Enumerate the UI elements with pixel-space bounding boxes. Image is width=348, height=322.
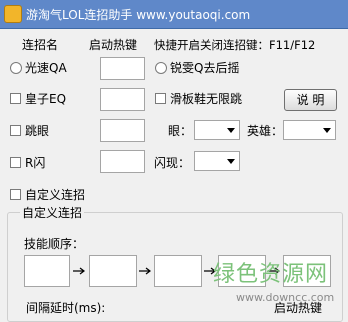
huangzi-label: 皇子EQ xyxy=(25,92,67,106)
custom-checkbox[interactable] xyxy=(10,189,21,200)
skill-slot-1[interactable] xyxy=(24,255,70,287)
window-title: 游淘气LOL连招助手 www.youtaoqi.com xyxy=(26,8,251,22)
skill-slot-3[interactable] xyxy=(154,255,202,287)
column-hotkey: 启动热键 xyxy=(89,38,138,52)
column-combo-name: 连招名 xyxy=(22,38,59,52)
huangzi-checkbox[interactable] xyxy=(10,93,21,104)
help-button[interactable]: 说 明 xyxy=(284,89,337,111)
rflash-label: R闪 xyxy=(25,156,46,170)
hero-select[interactable] xyxy=(283,120,336,140)
chevron-down-icon xyxy=(323,128,331,133)
flash-qa-radio[interactable] xyxy=(10,62,22,74)
interval-label: 间隔延时(ms): xyxy=(26,301,106,315)
tiaoyan-label: 跳眼 xyxy=(25,124,50,138)
flash-qa-hotkey-input[interactable] xyxy=(100,57,145,80)
slide-checkbox[interactable] xyxy=(155,93,166,104)
flash-qa-label: 光速QA xyxy=(25,61,67,75)
custom-hotkey-label: 启动热键 xyxy=(274,301,323,315)
tiaoyan-hotkey-input[interactable] xyxy=(100,119,145,142)
huangzi-hotkey-input[interactable] xyxy=(100,88,145,111)
ruisi-label: 锐雯Q去后摇 xyxy=(170,61,240,75)
chevron-down-icon xyxy=(227,128,235,133)
flash-select[interactable] xyxy=(194,151,240,171)
rflash-hotkey-input[interactable] xyxy=(100,150,145,173)
custom-label: 自定义连招 xyxy=(25,188,86,202)
shortcut-info: 快捷开启关闭连招键：F11/F12 xyxy=(154,38,316,52)
custom-group-title: 自定义连招 xyxy=(20,205,85,221)
slide-label: 滑板鞋无限跳 xyxy=(170,92,243,106)
skill-slot-2[interactable] xyxy=(89,255,137,287)
watermark-text: 绿色资源网 xyxy=(213,262,329,287)
skill-order-label: 技能顺序： xyxy=(24,237,85,251)
eye-label: 眼： xyxy=(168,124,193,138)
ruisi-radio[interactable] xyxy=(155,62,167,74)
tiaoyan-checkbox[interactable] xyxy=(10,125,21,136)
flash-label: 闪现： xyxy=(154,156,191,170)
rflash-checkbox[interactable] xyxy=(10,157,21,168)
arrow-right-icon xyxy=(73,267,85,275)
app-icon xyxy=(4,5,22,23)
chevron-down-icon xyxy=(227,159,235,164)
hero-label: 英雄： xyxy=(247,124,284,138)
arrow-right-icon xyxy=(139,267,151,275)
eye-select[interactable] xyxy=(194,120,240,140)
